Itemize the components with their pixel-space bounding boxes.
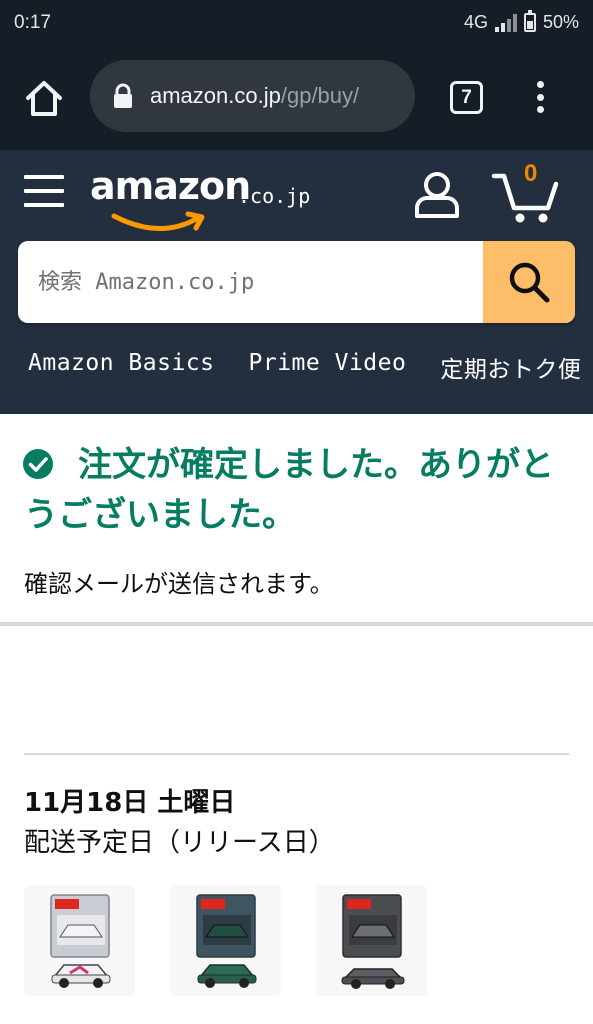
search-icon — [509, 262, 550, 303]
more-options-icon[interactable] — [528, 78, 552, 116]
product-thumbnail[interactable] — [170, 885, 281, 996]
product-thumbnail[interactable] — [316, 885, 427, 996]
delivery-label: 配送予定日（リリース日） — [24, 828, 335, 858]
address-bar[interactable]: amazon.co.jp/gp/buy/ — [90, 60, 415, 132]
nav-links: Amazon Basics Prime Video 定期おトク便 — [28, 350, 581, 384]
account-icon[interactable] — [412, 170, 462, 220]
order-confirmation: 注文が確定しました。ありがとうございました。 確認メールが送信されます。 — [0, 414, 593, 626]
url-host: amazon.co.jp — [150, 83, 281, 108]
delivery-date: 11月18日 土曜日 — [24, 788, 236, 818]
home-icon[interactable] — [22, 78, 66, 118]
status-time: 0:17 — [14, 12, 51, 33]
battery-icon — [523, 10, 536, 32]
amazon-header: amazon .co.jp 0 Amazon Basics Prime Vide… — [0, 150, 593, 414]
browser-toolbar: amazon.co.jp/gp/buy/ 7 — [0, 48, 593, 150]
nav-link-amazon-basics[interactable]: Amazon Basics — [28, 350, 215, 384]
confirmation-subtitle: 確認メールが送信されます。 — [24, 570, 334, 598]
url-text: amazon.co.jp/gp/buy/ — [150, 83, 359, 109]
search-bar — [18, 241, 575, 323]
tab-switcher-button[interactable]: 7 — [450, 81, 483, 114]
logo-domain-suffix: .co.jp — [238, 184, 311, 208]
lock-icon — [114, 83, 132, 108]
toy-car-grey-package-icon — [341, 894, 405, 989]
logo-wordmark: amazon — [90, 164, 251, 208]
delivery-divider — [24, 753, 569, 755]
signal-icon — [494, 13, 517, 32]
product-thumbnail[interactable] — [24, 885, 135, 996]
search-input[interactable] — [18, 241, 482, 323]
status-indicators: 4G 50% — [463, 10, 579, 33]
section-divider — [0, 622, 593, 626]
logo-smile-icon — [111, 211, 205, 231]
status-bar: 0:17 4G 50% — [0, 0, 593, 48]
amazon-logo[interactable]: amazon .co.jp — [90, 164, 330, 234]
battery-level: 50% — [542, 12, 579, 32]
product-thumbnails — [24, 885, 427, 996]
toy-car-white-package-icon — [50, 894, 111, 988]
confirmation-title: 注文が確定しました。ありがとうございました。 — [24, 445, 554, 535]
toy-car-green-package-icon — [196, 894, 257, 988]
hamburger-menu-icon[interactable] — [24, 172, 64, 210]
network-type: 4G — [463, 12, 488, 32]
cart-count-badge: 0 — [524, 160, 538, 187]
url-path: /gp/buy/ — [280, 83, 360, 108]
search-button[interactable] — [483, 241, 575, 323]
nav-link-prime-video[interactable]: Prime Video — [249, 350, 407, 384]
nav-link-subscribe-save[interactable]: 定期おトク便 — [440, 350, 581, 384]
